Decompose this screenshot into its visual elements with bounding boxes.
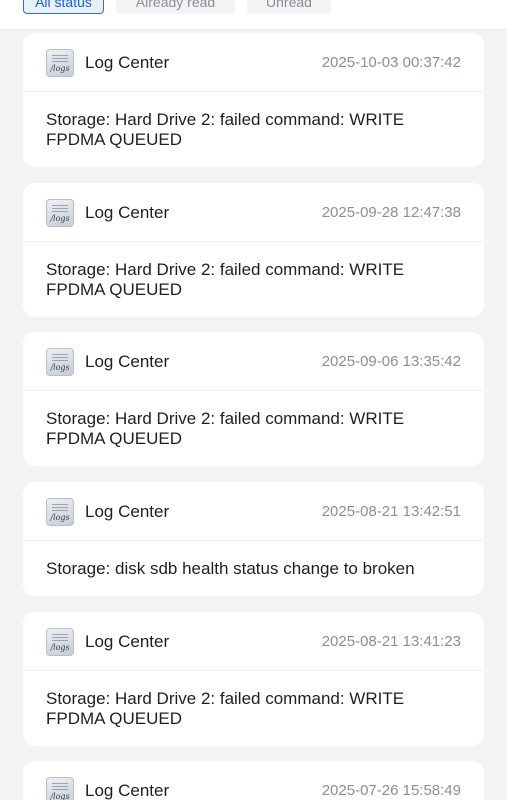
log-center-icon: /logs [46, 498, 74, 526]
log-center-icon-label: /logs [50, 643, 70, 652]
notification-app-name: Log Center [85, 632, 170, 651]
status-filter-bar: All status Already read Unread [0, 0, 507, 30]
notification-card[interactable]: /logs Log Center 2025-08-21 13:41:23 Sto… [23, 612, 484, 746]
notification-message: Storage: Hard Drive 2: failed command: W… [46, 409, 405, 448]
log-center-icon-label: /logs [50, 214, 70, 223]
notification-card[interactable]: /logs Log Center 2025-09-28 12:47:38 Sto… [23, 183, 484, 317]
log-center-icon: /logs [46, 628, 74, 656]
notification-timestamp: 2025-08-21 13:41:23 [321, 633, 461, 650]
notification-header: /logs Log Center 2025-09-06 13:35:42 [23, 332, 484, 391]
notification-timestamp: 2025-07-26 15:58:49 [321, 782, 461, 799]
log-center-icon: /logs [46, 777, 74, 800]
notification-app-name: Log Center [85, 781, 170, 800]
notification-card[interactable]: /logs Log Center 2025-10-03 00:37:42 Sto… [23, 33, 484, 167]
notification-timestamp: 2025-09-06 13:35:42 [321, 353, 461, 370]
log-center-icon-label: /logs [50, 64, 70, 73]
notification-timestamp: 2025-10-03 00:37:42 [321, 54, 461, 71]
notification-app-name: Log Center [85, 53, 170, 72]
notification-header: /logs Log Center 2025-10-03 00:37:42 [23, 33, 484, 92]
notification-message: Storage: Hard Drive 2: failed command: W… [46, 260, 405, 299]
notification-card[interactable]: /logs Log Center 2025-07-26 15:58:49 [23, 761, 484, 800]
log-center-icon-label: /logs [50, 363, 70, 372]
notification-app-name: Log Center [85, 203, 170, 222]
notification-header: /logs Log Center 2025-07-26 15:58:49 [23, 761, 484, 800]
notification-card[interactable]: /logs Log Center 2025-09-06 13:35:42 Sto… [23, 332, 484, 466]
log-center-icon-label: /logs [50, 792, 70, 800]
notification-message: Storage: Hard Drive 2: failed command: W… [46, 689, 405, 728]
filter-tab-already-read[interactable]: Already read [116, 0, 235, 14]
notification-header: /logs Log Center 2025-08-21 13:42:51 [23, 482, 484, 541]
notification-app-name: Log Center [85, 502, 170, 521]
log-center-icon: /logs [46, 199, 74, 227]
log-center-icon: /logs [46, 49, 74, 77]
log-center-icon-label: /logs [50, 513, 70, 522]
notification-header: /logs Log Center 2025-09-28 12:47:38 [23, 183, 484, 242]
notification-header: /logs Log Center 2025-08-21 13:41:23 [23, 612, 484, 671]
log-center-icon: /logs [46, 348, 74, 376]
notification-timestamp: 2025-08-21 13:42:51 [321, 503, 461, 520]
notification-message: Storage: disk sdb health status change t… [46, 559, 415, 578]
notification-card[interactable]: /logs Log Center 2025-08-21 13:42:51 Sto… [23, 482, 484, 596]
notification-message: Storage: Hard Drive 2: failed command: W… [46, 110, 405, 149]
filter-tab-unread[interactable]: Unread [247, 0, 331, 14]
filter-tab-all-status[interactable]: All status [23, 0, 104, 14]
notification-app-name: Log Center [85, 352, 170, 371]
notification-timestamp: 2025-09-28 12:47:38 [321, 204, 461, 221]
